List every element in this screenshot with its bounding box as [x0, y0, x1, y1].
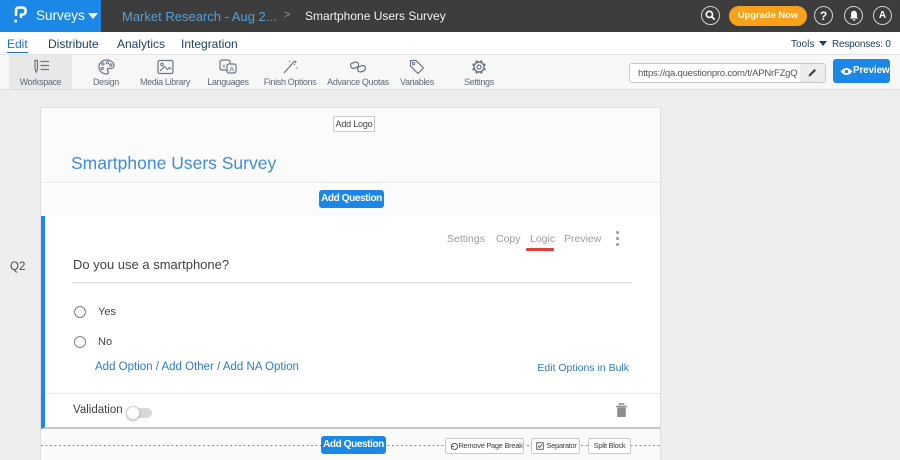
svg-text:A: A: [229, 67, 234, 74]
svg-text:x: x: [222, 63, 226, 70]
